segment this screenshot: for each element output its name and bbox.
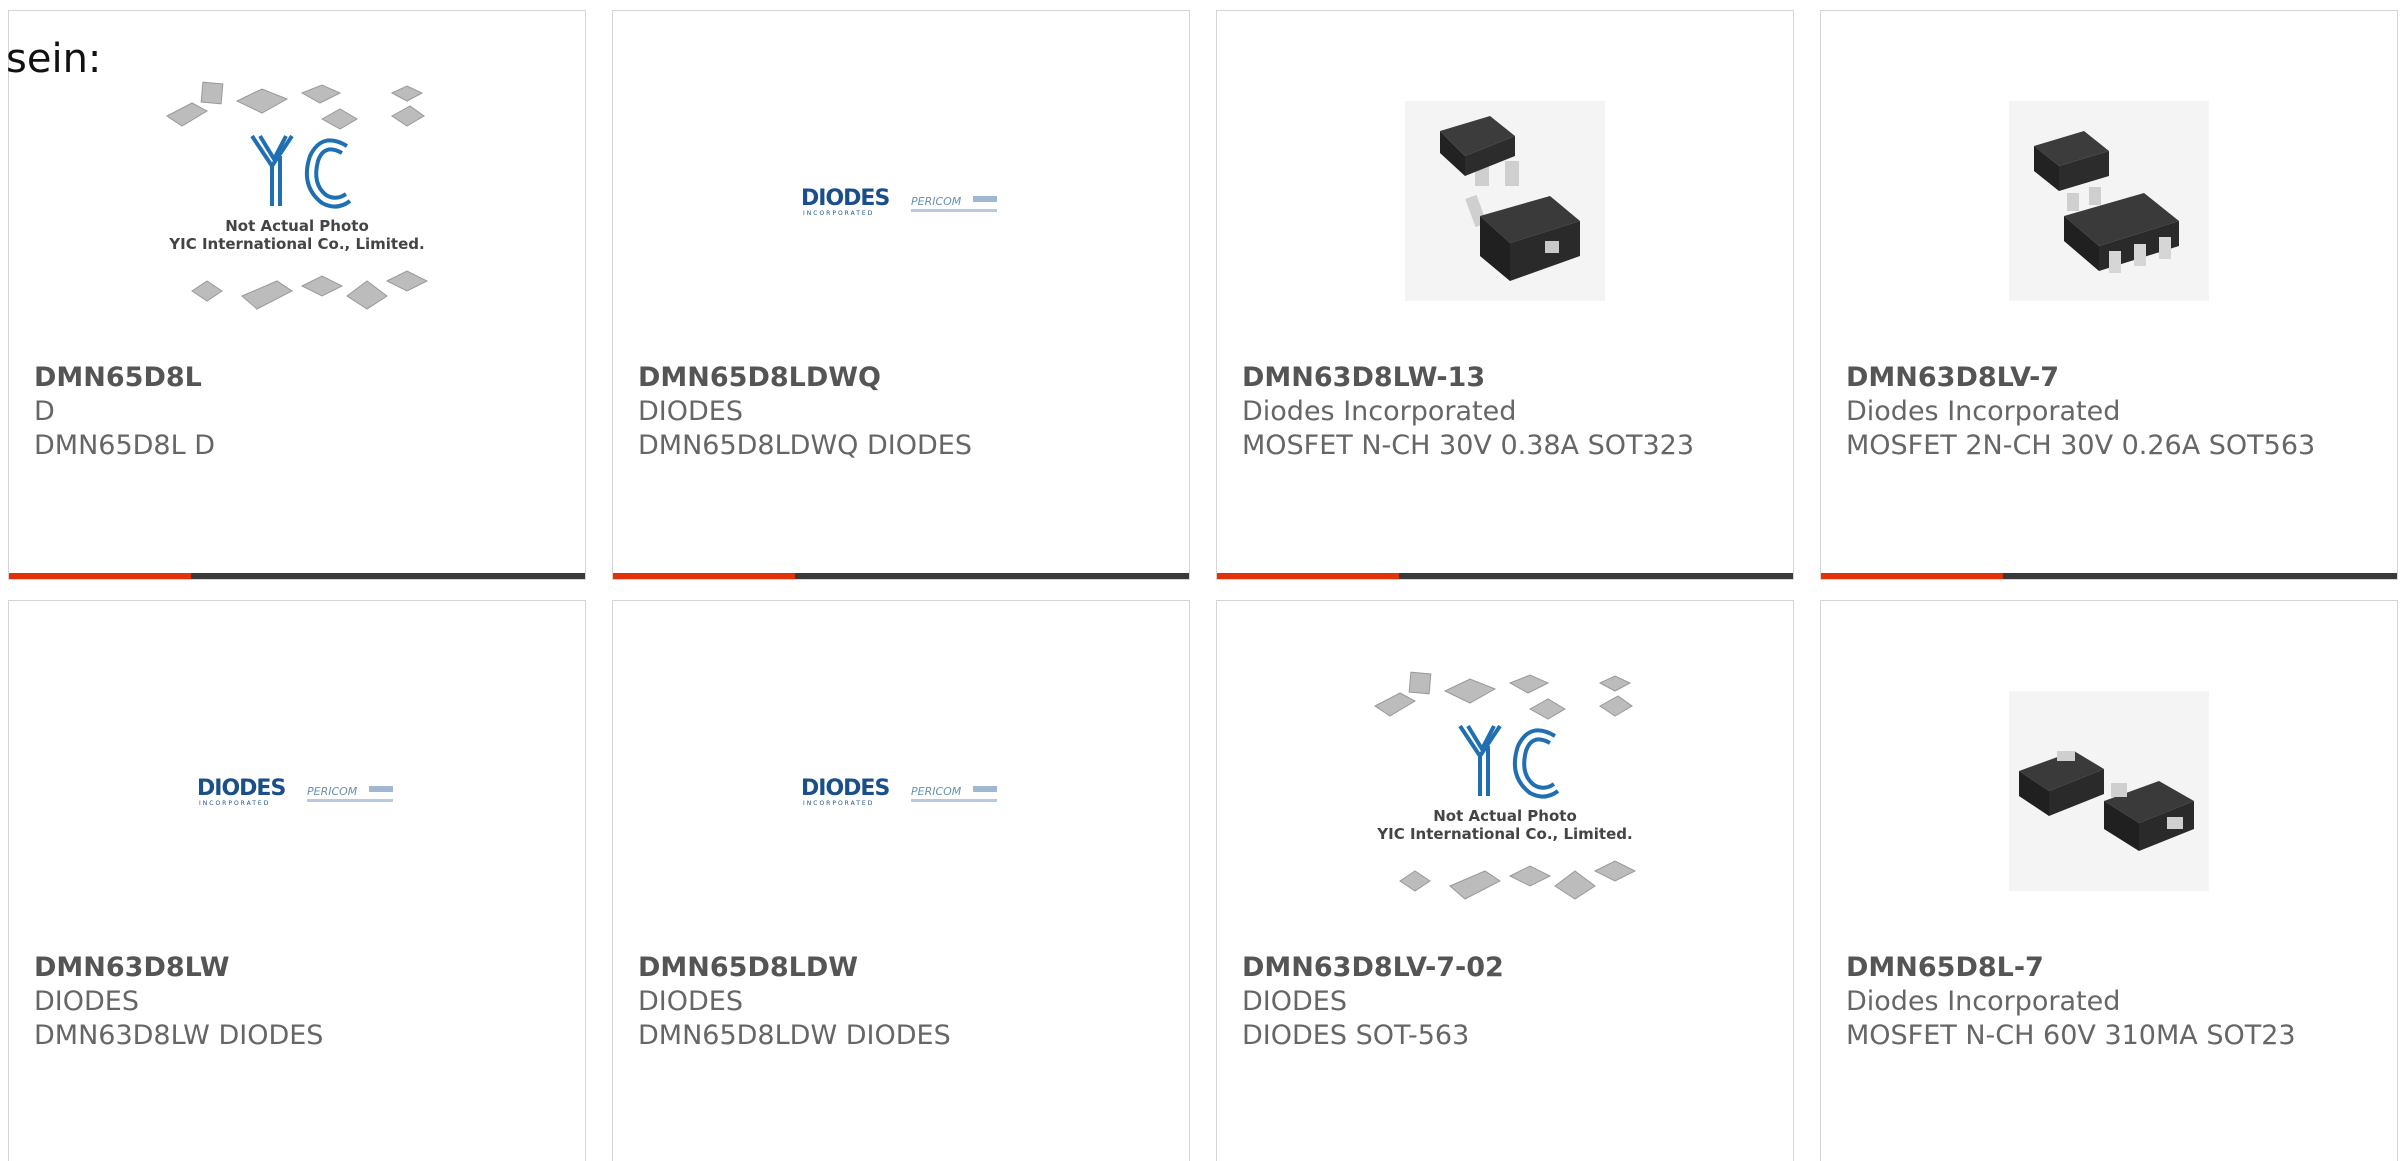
product-description: DMN63D8LW DIODES	[34, 1020, 324, 1051]
product-image[interactable]: Not Actual Photo YIC International Co., …	[9, 51, 585, 351]
product-info: DMN63D8LW DIODES DMN63D8LW DIODES	[34, 951, 560, 1053]
logo-brand: DIODES	[801, 776, 889, 801]
yic-placeholder-image: Not Actual Photo YIC International Co., …	[166, 81, 429, 310]
part-number[interactable]: DMN65D8L-7	[1846, 951, 2372, 985]
part-number[interactable]: DMN65D8L	[34, 361, 560, 395]
logo-partner: PERICOM	[307, 785, 358, 798]
diodes-logo-image: DIODES INCORPORATED PERICOM	[197, 776, 393, 807]
logo-brand: DIODES	[801, 186, 889, 211]
product-description: DMN65D8LDW DIODES	[638, 1020, 951, 1051]
product-image[interactable]	[1821, 51, 2397, 351]
card-bottom-bar	[9, 573, 585, 579]
product-card[interactable]: Not Actual Photo YIC International Co., …	[8, 10, 586, 580]
part-number[interactable]: DMN65D8LDWQ	[638, 361, 1164, 395]
part-number[interactable]: DMN63D8LV-7-02	[1242, 951, 1768, 985]
manufacturer: D	[34, 396, 55, 427]
manufacturer: DIODES	[34, 986, 139, 1017]
product-card[interactable]: DMN65D8L-7 Diodes Incorporated MOSFET N-…	[1820, 600, 2398, 1161]
part-number[interactable]: DMN63D8LW-13	[1242, 361, 1768, 395]
product-image[interactable]: Not Actual Photo YIC International Co., …	[1217, 641, 1793, 941]
placeholder-line1: Not Actual Photo	[225, 217, 369, 235]
intro-text: sein:	[6, 36, 102, 82]
sot23-photo	[2009, 691, 2209, 891]
logo-sub: INCORPORATED	[803, 800, 874, 807]
product-info: DMN63D8LV-7-02 DIODES DIODES SOT-563	[1242, 951, 1768, 1053]
manufacturer: DIODES	[638, 986, 743, 1017]
diodes-logo-image: DIODES INCORPORATED PERICOM	[801, 776, 997, 807]
card-bottom-bar	[1821, 573, 2397, 579]
manufacturer: DIODES	[1242, 986, 1347, 1017]
logo-brand: DIODES	[197, 776, 285, 801]
logo-sub: INCORPORATED	[199, 800, 270, 807]
logo-partner: PERICOM	[911, 195, 962, 208]
product-card[interactable]: DMN63D8LV-7 Diodes Incorporated MOSFET 2…	[1820, 10, 2398, 580]
product-info: DMN63D8LW-13 Diodes Incorporated MOSFET …	[1242, 361, 1768, 463]
page: sein: Not Actual Photo YIC International…	[0, 0, 2400, 1161]
product-card[interactable]: DIODES INCORPORATED PERICOM DMN63D8LW DI…	[8, 600, 586, 1161]
product-card[interactable]: DIODES INCORPORATED PERICOM DMN65D8LDW D…	[612, 600, 1190, 1161]
product-card[interactable]: DIODES INCORPORATED PERICOM DMN65D8LDWQ …	[612, 10, 1190, 580]
product-description: DMN65D8L D	[34, 430, 216, 461]
placeholder-line2: YIC International Co., Limited.	[1376, 825, 1632, 843]
product-image[interactable]: DIODES INCORPORATED PERICOM	[9, 641, 585, 941]
product-card[interactable]: DMN63D8LW-13 Diodes Incorporated MOSFET …	[1216, 10, 1794, 580]
manufacturer: Diodes Incorporated	[1242, 396, 1517, 427]
placeholder-line1: Not Actual Photo	[1433, 807, 1577, 825]
product-description: MOSFET 2N-CH 30V 0.26A SOT563	[1846, 430, 2316, 461]
card-bottom-bar	[613, 573, 1189, 579]
card-accent-bar	[613, 573, 795, 579]
sot563-photo	[2009, 101, 2209, 301]
logo-partner: PERICOM	[911, 785, 962, 798]
product-image[interactable]	[1217, 51, 1793, 351]
product-image[interactable]	[1821, 641, 2397, 941]
product-image[interactable]: DIODES INCORPORATED PERICOM	[613, 641, 1189, 941]
card-accent-bar	[1821, 573, 2003, 579]
yic-placeholder-image: Not Actual Photo YIC International Co., …	[1374, 671, 1637, 900]
product-description: MOSFET N-CH 60V 310MA SOT23	[1846, 1020, 2296, 1051]
product-info: DMN63D8LV-7 Diodes Incorporated MOSFET 2…	[1846, 361, 2372, 463]
manufacturer: Diodes Incorporated	[1846, 986, 2121, 1017]
card-bottom-bar	[1217, 573, 1793, 579]
part-number[interactable]: DMN65D8LDW	[638, 951, 1164, 985]
card-accent-bar	[9, 573, 191, 579]
product-info: DMN65D8LDW DIODES DMN65D8LDW DIODES	[638, 951, 1164, 1053]
manufacturer: DIODES	[638, 396, 743, 427]
product-info: DMN65D8LDWQ DIODES DMN65D8LDWQ DIODES	[638, 361, 1164, 463]
product-description: MOSFET N-CH 30V 0.38A SOT323	[1242, 430, 1695, 461]
product-info: DMN65D8L D DMN65D8L D	[34, 361, 560, 463]
product-image[interactable]: DIODES INCORPORATED PERICOM	[613, 51, 1189, 351]
logo-sub: INCORPORATED	[803, 210, 874, 217]
product-description: DIODES SOT-563	[1242, 1020, 1470, 1051]
placeholder-line2: YIC International Co., Limited.	[168, 235, 424, 253]
product-info: DMN65D8L-7 Diodes Incorporated MOSFET N-…	[1846, 951, 2372, 1053]
part-number[interactable]: DMN63D8LV-7	[1846, 361, 2372, 395]
card-accent-bar	[1217, 573, 1399, 579]
diodes-logo-image: DIODES INCORPORATED PERICOM	[801, 186, 997, 217]
sot323-photo	[1405, 101, 1605, 301]
product-card[interactable]: Not Actual Photo YIC International Co., …	[1216, 600, 1794, 1161]
part-number[interactable]: DMN63D8LW	[34, 951, 560, 985]
manufacturer: Diodes Incorporated	[1846, 396, 2121, 427]
product-description: DMN65D8LDWQ DIODES	[638, 430, 972, 461]
